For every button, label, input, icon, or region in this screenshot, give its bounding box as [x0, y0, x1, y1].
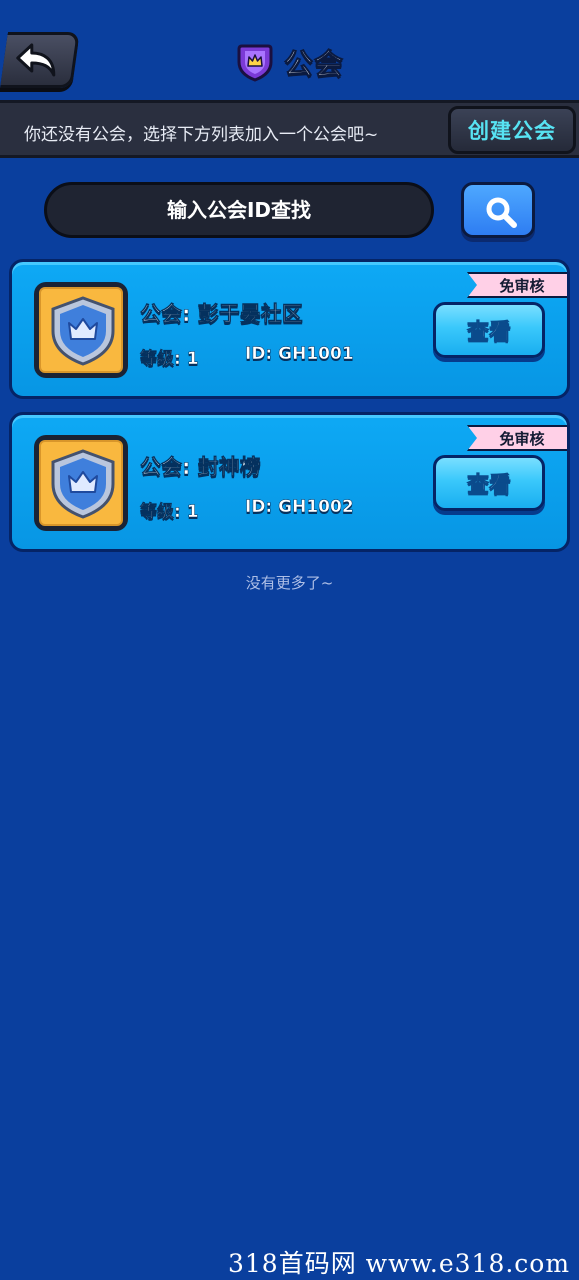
guild-meta: 等级: 1 ID: GH1001	[140, 344, 354, 370]
view-button[interactable]: 查看	[433, 455, 545, 511]
create-guild-label: 创建公会	[468, 119, 556, 143]
no-review-tag: 免审核	[467, 272, 567, 298]
guild-name: 公会: 彭于晏社区	[140, 302, 303, 327]
search-button[interactable]	[461, 182, 535, 238]
guild-card: 公会: 封神榜 等级: 1 ID: GH1002 查看 免审核	[9, 412, 570, 552]
tag-label: 免审核	[499, 429, 545, 448]
guild-emblem-icon	[51, 449, 115, 519]
guild-emblem	[34, 282, 128, 378]
guild-meta: 等级: 1 ID: GH1002	[140, 497, 354, 523]
notice-text: 你还没有公会，选择下方列表加入一个公会吧~	[24, 125, 379, 145]
guild-id: ID: GH1001	[245, 344, 354, 365]
back-arrow-icon	[16, 43, 56, 77]
view-label: 查看	[466, 320, 512, 346]
guild-emblem	[34, 435, 128, 531]
guild-emblem-icon	[51, 296, 115, 366]
header: 公会	[0, 0, 579, 100]
watermark: 318首码网 www.e318.com	[228, 1249, 571, 1278]
guild-card: 公会: 彭于晏社区 等级: 1 ID: GH1001 查看 免审核	[9, 259, 570, 399]
tag-label: 免审核	[499, 276, 545, 295]
view-label: 查看	[466, 473, 512, 499]
back-button[interactable]	[0, 32, 80, 88]
title-group: 公会	[236, 40, 344, 84]
view-button[interactable]: 查看	[433, 302, 545, 358]
search-icon	[486, 197, 517, 228]
notice-bar: 你还没有公会，选择下方列表加入一个公会吧~ 创建公会	[0, 100, 579, 158]
guild-id: ID: GH1002	[245, 497, 354, 518]
guild-name: 公会: 封神榜	[140, 455, 261, 480]
guild-level: 等级: 1	[140, 349, 199, 370]
create-guild-button[interactable]: 创建公会	[448, 106, 576, 154]
guild-level: 等级: 1	[140, 502, 199, 523]
list-end-text: 没有更多了~	[245, 574, 334, 592]
page-title: 公会	[283, 47, 345, 82]
search-input[interactable]: 输入公会ID查找	[44, 182, 434, 238]
no-review-tag: 免审核	[467, 425, 567, 451]
guild-shield-icon	[237, 44, 273, 82]
